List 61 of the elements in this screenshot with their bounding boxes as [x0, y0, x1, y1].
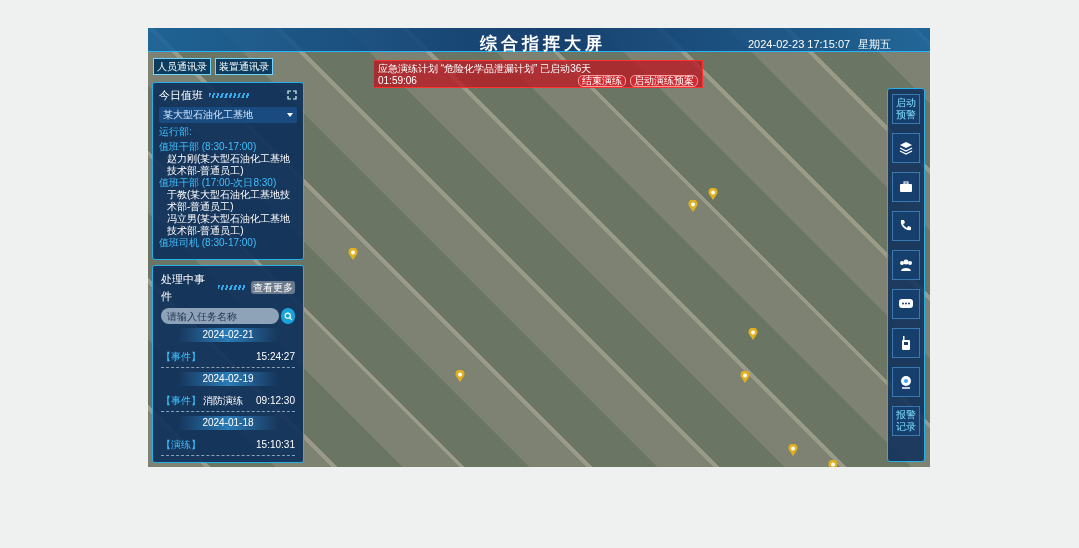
map-pin-icon[interactable] [688, 200, 698, 212]
event-row[interactable]: 【演练】 15:10:31 [161, 434, 295, 456]
event-row[interactable]: 【事件】 15:24:27 [161, 346, 295, 368]
directory-tab[interactable]: 装置通讯录 [215, 58, 273, 75]
caret-icon [287, 112, 293, 117]
department-label: 运行部: [159, 125, 193, 138]
map-pin-icon[interactable] [788, 444, 798, 456]
alert-action-button[interactable]: 启动演练预案 [630, 75, 698, 87]
event-date: 2024-02-21 [178, 328, 278, 342]
alarm-record-button[interactable]: 报警记录 [892, 406, 920, 436]
map-pin-icon[interactable] [348, 248, 358, 260]
toolbar-button[interactable] [892, 367, 920, 397]
event-tag: 【事件】 [161, 349, 201, 364]
map-pin-icon[interactable] [748, 328, 758, 340]
search-icon [283, 311, 293, 321]
webcam-icon [898, 374, 914, 390]
map-pin-icon[interactable] [708, 188, 718, 200]
screen-title: 综合指挥大屏 [479, 33, 607, 55]
more-button[interactable]: 查看更多 [251, 281, 295, 294]
map-pin-icon[interactable] [455, 370, 465, 382]
shift-label: 值班干部 (17:00-次日8:30) [159, 176, 278, 189]
toolbar-button[interactable] [892, 250, 920, 280]
duty-person: 冯立男(某大型石油化工基地技术部-普通员工) [166, 212, 292, 237]
directory-tab[interactable]: 人员通讯录 [153, 58, 211, 75]
site-select[interactable]: 某大型石油化工基地 [159, 106, 297, 123]
search-field[interactable]: 请输入任务名称 [161, 308, 279, 324]
duty-person: 赵力刚(某大型石油化工基地技术部-普通员工) [166, 152, 292, 177]
shift-label: 值班干部 (8:30-17:00) [159, 140, 258, 153]
event-time: 09:12:30 [256, 394, 295, 408]
alert-message: 应急演练计划 “危险化学品泄漏计划” 已启动36天 [378, 62, 593, 75]
toolbar-button[interactable] [892, 172, 920, 202]
select-value: 某大型石油化工基地 [163, 108, 253, 122]
toolbar-button[interactable] [892, 289, 920, 319]
toolbar-button[interactable] [892, 133, 920, 163]
toolbar-button[interactable] [892, 211, 920, 241]
weekday: 星期五 [858, 37, 892, 52]
event-row[interactable]: 【事件】 消防演练 09:12:30 [161, 390, 295, 412]
event-time: 15:24:27 [256, 350, 295, 364]
toolbar-button[interactable] [892, 328, 920, 358]
alert-timer: 01:59:06 [378, 75, 417, 87]
map-pin-icon[interactable] [740, 371, 750, 383]
fullscreen-icon[interactable] [287, 90, 297, 101]
duty-person: 于教(某大型石油化工基地技术部-普通员工) [166, 188, 292, 213]
event-tag: 【演练】 [161, 437, 201, 452]
event-name: 消防演练 [203, 394, 243, 408]
event-time: 15:10:31 [256, 438, 295, 452]
people-icon [898, 257, 914, 273]
date-time: 2024-02-23 17:15:07 [748, 37, 851, 52]
event-tag: 【事件】 [161, 393, 201, 408]
briefcase-icon [898, 179, 914, 195]
stripe-decoration-icon [209, 92, 249, 98]
search-button[interactable] [281, 308, 295, 324]
event-date: 2024-02-19 [178, 372, 278, 386]
alert-toggle-button[interactable]: 启动预警 [892, 94, 920, 124]
event-date: 2024-01-18 [178, 416, 278, 430]
layers-icon [898, 140, 914, 156]
shift-label: 值班司机 (8:30-17:00) [159, 236, 258, 249]
alert-action-button[interactable]: 结束演练 [578, 75, 626, 87]
panel-title: 处理中事件 [161, 272, 206, 304]
panel-title: 今日值班 [159, 88, 203, 103]
stripe-decoration-icon [217, 285, 246, 290]
